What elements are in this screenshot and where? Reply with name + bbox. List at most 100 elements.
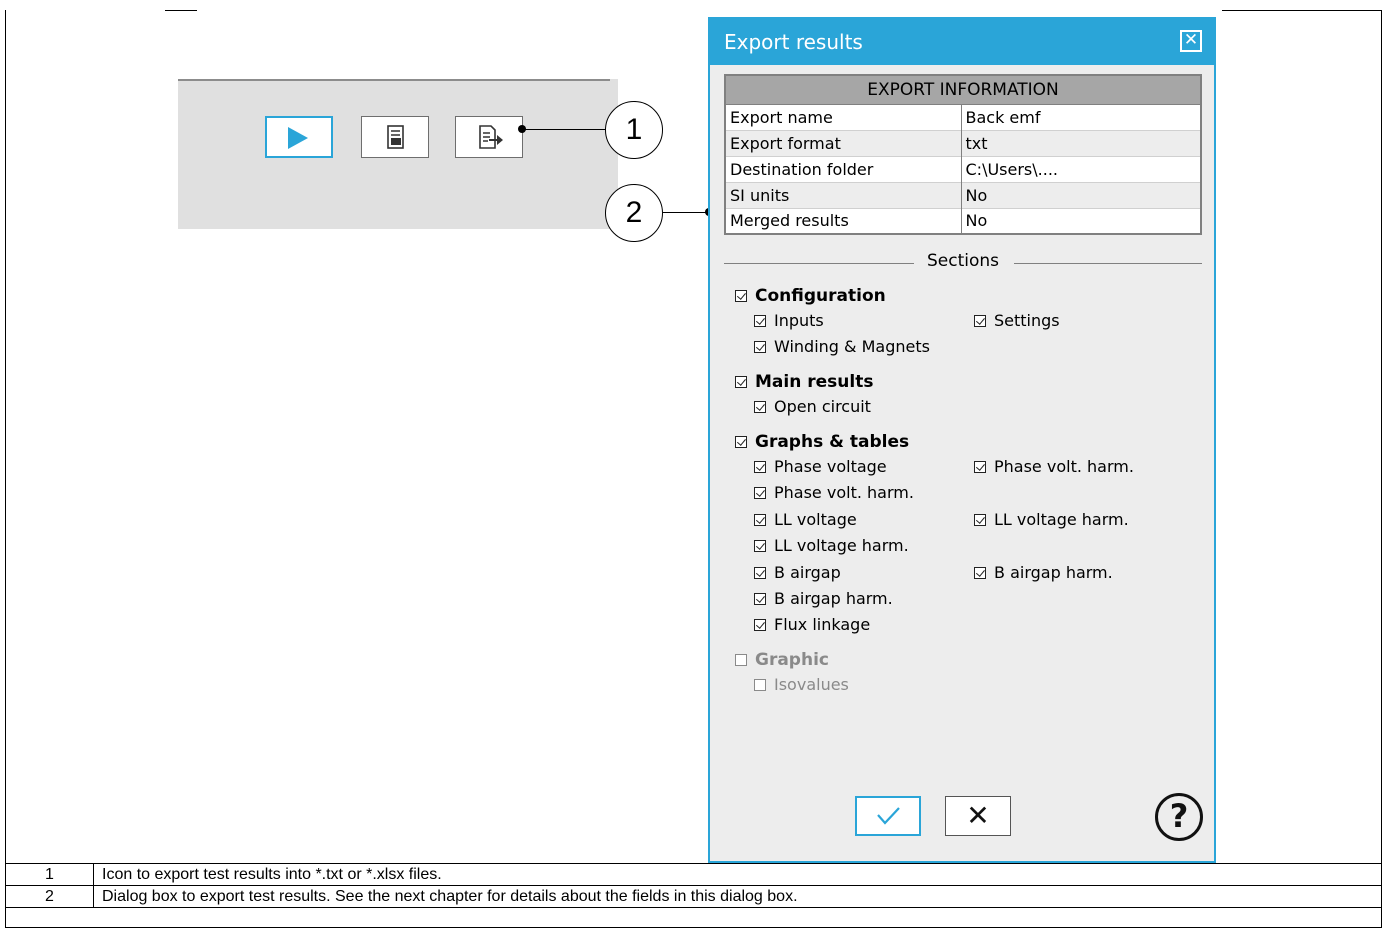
inputs-checkbox[interactable]: Inputs bbox=[754, 311, 824, 330]
report-button[interactable] bbox=[361, 116, 429, 158]
graphs-tables-label: Graphs & tables bbox=[755, 432, 910, 452]
sections-label: Sections bbox=[924, 251, 1002, 271]
callout-1: 1 bbox=[605, 101, 663, 159]
cancel-button[interactable]: ✕ bbox=[945, 796, 1011, 836]
main-results-checkbox[interactable]: Main results bbox=[735, 372, 873, 392]
checkbox-box bbox=[974, 461, 986, 473]
toolbar-panel bbox=[178, 79, 618, 229]
toolbar-divider bbox=[178, 79, 610, 81]
flux-linkage-label: Flux linkage bbox=[774, 615, 871, 634]
phase-volt-harm-checkbox[interactable]: Phase volt. harm. bbox=[754, 483, 914, 502]
checkbox-box bbox=[735, 290, 747, 302]
ll-voltage-checkbox[interactable]: LL voltage bbox=[754, 510, 857, 529]
open-circuit-label: Open circuit bbox=[774, 397, 871, 416]
play-icon bbox=[288, 127, 308, 149]
dialog-title: Export results bbox=[710, 19, 1214, 65]
checkbox-box bbox=[754, 679, 766, 691]
legend-text: Icon to export test results into *.txt o… bbox=[93, 863, 1382, 886]
isovalues-label: Isovalues bbox=[774, 675, 849, 694]
settings-checkbox[interactable]: Settings bbox=[974, 311, 1060, 330]
run-button[interactable] bbox=[265, 116, 333, 158]
ll-voltage-label: LL voltage bbox=[774, 510, 857, 529]
close-box-icon[interactable]: ✕ bbox=[1180, 30, 1202, 52]
export-format-label: Export format bbox=[725, 129, 962, 156]
isovalues-checkbox: Isovalues bbox=[754, 675, 849, 694]
ok-button[interactable] bbox=[855, 796, 921, 836]
checkbox-box bbox=[754, 593, 766, 605]
checkbox-box bbox=[754, 540, 766, 552]
b-airgap-harm-label: B airgap harm. bbox=[774, 589, 893, 608]
table-row: Export name Back emf bbox=[725, 103, 1201, 130]
phase-voltage-checkbox[interactable]: Phase voltage bbox=[754, 457, 887, 476]
checkbox-box bbox=[754, 487, 766, 499]
ll-voltage-harm-checkbox[interactable]: LL voltage harm. bbox=[754, 536, 909, 555]
b-airgap-harm-checkbox[interactable]: B airgap harm. bbox=[754, 589, 893, 608]
checkbox-box bbox=[754, 341, 766, 353]
export-button[interactable] bbox=[455, 116, 523, 158]
winding-magnets-checkbox[interactable]: Winding & Magnets bbox=[754, 337, 930, 356]
checkbox-box bbox=[735, 376, 747, 388]
export-document-icon bbox=[479, 125, 503, 149]
graphs-tables-checkbox[interactable]: Graphs & tables bbox=[735, 432, 909, 452]
export-name-field[interactable]: Back emf bbox=[961, 103, 1201, 130]
phase-voltage-label: Phase voltage bbox=[774, 457, 887, 476]
export-format-field[interactable]: txt bbox=[961, 129, 1201, 156]
si-units-label: SI units bbox=[725, 181, 962, 208]
phase-volt-harm-label: Phase volt. harm. bbox=[774, 483, 914, 502]
ll-voltage-harm-checkbox[interactable]: LL voltage harm. bbox=[974, 510, 1129, 529]
legend-number: 1 bbox=[5, 863, 94, 886]
main-results-label: Main results bbox=[755, 372, 874, 392]
checkbox-box bbox=[754, 315, 766, 327]
phase-volt-harm-label: Phase volt. harm. bbox=[994, 457, 1134, 476]
phase-volt-harm-checkbox[interactable]: Phase volt. harm. bbox=[974, 457, 1134, 476]
checkbox-box bbox=[754, 401, 766, 413]
checkbox-box bbox=[754, 514, 766, 526]
checkbox-box bbox=[735, 654, 747, 666]
export-results-dialog: Export results ✕ EXPORT INFORMATION Expo… bbox=[708, 17, 1216, 863]
configuration-label: Configuration bbox=[755, 286, 886, 306]
help-button[interactable]: ? bbox=[1155, 793, 1203, 841]
report-document-icon bbox=[387, 125, 404, 149]
ll-voltage-harm-label: LL voltage harm. bbox=[774, 536, 909, 555]
graphic-label: Graphic bbox=[755, 650, 829, 670]
sections-separator: Sections bbox=[724, 251, 1202, 275]
b-airgap-label: B airgap bbox=[774, 563, 841, 582]
table-row: 1 Icon to export test results into *.txt… bbox=[5, 863, 1382, 886]
flux-linkage-checkbox[interactable]: Flux linkage bbox=[754, 615, 870, 634]
legend-table: 1 Icon to export test results into *.txt… bbox=[5, 863, 1382, 908]
si-units-field[interactable]: No bbox=[961, 181, 1201, 208]
table-row: Export format txt bbox=[725, 129, 1201, 156]
b-airgap-harm-label: B airgap harm. bbox=[994, 563, 1113, 582]
graphic-checkbox: Graphic bbox=[735, 650, 829, 670]
callout-1-line bbox=[522, 129, 606, 130]
checkbox-box bbox=[754, 619, 766, 631]
destination-folder-field[interactable]: C:\Users\.... bbox=[961, 155, 1201, 182]
checkbox-box bbox=[974, 315, 986, 327]
checkbox-box bbox=[754, 461, 766, 473]
legend-number: 2 bbox=[5, 885, 94, 908]
legend-text: Dialog box to export test results. See t… bbox=[93, 885, 1382, 908]
checkbox-box bbox=[735, 436, 747, 448]
settings-label: Settings bbox=[994, 311, 1060, 330]
export-information-table: EXPORT INFORMATION Export name Back emf … bbox=[724, 74, 1202, 235]
callout-2: 2 bbox=[605, 184, 663, 242]
destination-folder-label: Destination folder bbox=[725, 155, 962, 182]
b-airgap-harm-checkbox[interactable]: B airgap harm. bbox=[974, 563, 1113, 582]
ll-voltage-harm-label: LL voltage harm. bbox=[994, 510, 1129, 529]
merged-results-field[interactable]: No bbox=[961, 207, 1201, 234]
inputs-label: Inputs bbox=[774, 311, 824, 330]
checkmark-icon bbox=[877, 807, 900, 825]
table-row: SI units No bbox=[725, 181, 1201, 208]
open-circuit-checkbox[interactable]: Open circuit bbox=[754, 397, 871, 416]
table-row: Destination folder C:\Users\.... bbox=[725, 155, 1201, 182]
export-information-header: EXPORT INFORMATION bbox=[725, 75, 1201, 105]
callout-2-line bbox=[663, 212, 707, 213]
table-row: Merged results No bbox=[725, 207, 1201, 234]
winding-magnets-label: Winding & Magnets bbox=[774, 337, 930, 356]
table-row: 2 Dialog box to export test results. See… bbox=[5, 885, 1382, 908]
merged-results-label: Merged results bbox=[725, 207, 962, 234]
export-name-label: Export name bbox=[725, 103, 962, 130]
b-airgap-checkbox[interactable]: B airgap bbox=[754, 563, 841, 582]
checkbox-box bbox=[974, 514, 986, 526]
configuration-checkbox[interactable]: Configuration bbox=[735, 286, 886, 306]
